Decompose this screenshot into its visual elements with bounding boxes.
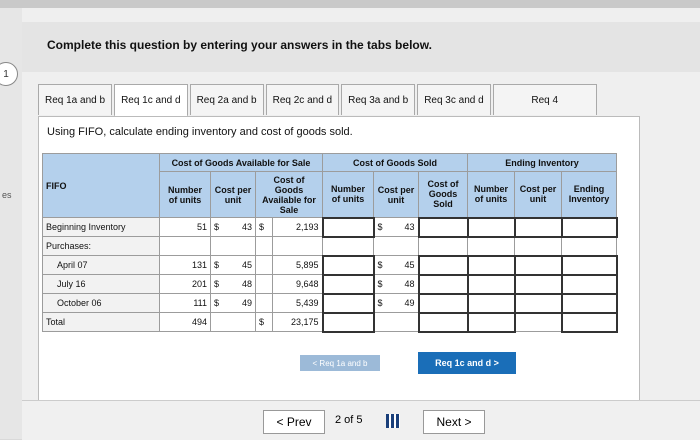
cost-sold-input[interactable] <box>417 254 469 276</box>
sold-units-input[interactable] <box>321 292 375 314</box>
table-row: Purchases: <box>42 236 617 256</box>
requirement-tabs: Req 1a and b Req 1c and d Req 2a and b R… <box>38 84 599 117</box>
table-row: October 06 111 $49 5,439 $49 <box>42 292 618 314</box>
col-cost-per-unit: Cost per unit <box>210 171 256 218</box>
currency-symbol: $ <box>377 222 383 232</box>
units-cell: 131 <box>159 255 211 275</box>
fifo-header: FIFO <box>42 153 160 218</box>
currency-symbol: $ <box>255 217 273 237</box>
subquestion-text: Using FIFO, calculate ending inventory a… <box>47 126 353 138</box>
table-row: July 16 201 $48 9,648 $48 <box>42 273 618 295</box>
currency-symbol: $ <box>377 298 383 308</box>
end-inventory-input[interactable] <box>560 311 618 333</box>
units-cell: 111 <box>159 293 211 313</box>
goods-sold-header: Cost of Goods Sold <box>322 153 468 172</box>
prev-button[interactable]: < Prev <box>263 410 325 434</box>
table-row: April 07 131 $45 5,895 $45 <box>42 254 618 276</box>
sold-cost-cell: 49 <box>404 298 415 308</box>
grid-icon[interactable] <box>386 414 400 428</box>
currency-symbol: $ <box>377 279 383 289</box>
cost-sold-input[interactable] <box>417 292 469 314</box>
avail-cell: 2,193 <box>272 217 323 237</box>
currency-symbol: $ <box>214 260 220 270</box>
fifo-table: FIFO Cost of Goods Available for Sale Co… <box>42 153 618 333</box>
end-cost-per-unit-input[interactable] <box>513 273 563 295</box>
avail-cell: 9,648 <box>272 274 323 294</box>
col-sold-units: Number of units <box>322 171 374 218</box>
row-label: Total <box>42 312 160 332</box>
end-units-input[interactable] <box>466 254 516 276</box>
end-cost-per-unit-input[interactable] <box>513 216 563 238</box>
currency-symbol: $ <box>214 298 220 308</box>
instruction-text: Complete this question by entering your … <box>47 38 432 52</box>
currency-symbol: $ <box>377 260 383 270</box>
avail-cell: 5,439 <box>272 293 323 313</box>
table-row: Beginning Inventory 51 $43 $ 2,193 $43 <box>42 216 618 238</box>
sold-units-input[interactable] <box>321 273 375 295</box>
currency-symbol: $ <box>255 312 273 332</box>
col-cost-available: Cost of Goods Available for Sale <box>255 171 323 218</box>
col-sold-cost-per-unit: Cost per unit <box>373 171 419 218</box>
sold-cost-cell: 45 <box>404 260 415 270</box>
currency-symbol: $ <box>214 279 220 289</box>
end-inventory-input[interactable] <box>560 273 618 295</box>
col-end-units: Number of units <box>467 171 515 218</box>
avail-cell: 23,175 <box>272 312 323 332</box>
currency-symbol: $ <box>214 222 220 232</box>
row-label: Beginning Inventory <box>42 217 160 237</box>
row-label: April 07 <box>42 255 160 275</box>
cost-sold-input[interactable] <box>417 216 469 238</box>
end-units-input[interactable] <box>466 216 516 238</box>
cost-sold-input[interactable] <box>417 273 469 295</box>
tab-req-2c-d[interactable]: Req 2c and d <box>265 84 340 115</box>
next-button[interactable]: Next > <box>423 410 485 434</box>
tab-req-3a-b[interactable]: Req 3a and b <box>341 84 416 115</box>
top-strip <box>0 0 700 8</box>
row-label: July 16 <box>42 274 160 294</box>
cost-cell: 48 <box>241 279 252 289</box>
page-indicator: 2 of 5 <box>335 414 363 426</box>
row-label: October 06 <box>42 293 160 313</box>
col-units: Number of units <box>159 171 211 218</box>
units-cell: 201 <box>159 274 211 294</box>
table-row: Total 494 $ 23,175 <box>42 311 618 333</box>
goods-available-header: Cost of Goods Available for Sale <box>159 153 323 172</box>
cost-cell: 49 <box>241 298 252 308</box>
prev-req-button[interactable]: < Req 1a and b <box>300 355 380 371</box>
end-units-input[interactable] <box>466 311 516 333</box>
tab-req-4[interactable]: Req 4 <box>492 84 597 115</box>
col-end-cost-per-unit: Cost per unit <box>514 171 562 218</box>
end-inventory-input[interactable] <box>560 292 618 314</box>
end-inventory-input[interactable] <box>560 216 618 238</box>
tab-req-3c-d[interactable]: Req 3c and d <box>417 84 491 115</box>
tab-req-1a-b[interactable]: Req 1a and b <box>38 84 113 115</box>
next-req-button[interactable]: Req 1c and d > <box>418 352 516 374</box>
sold-units-input[interactable] <box>321 311 375 333</box>
sold-units-input[interactable] <box>321 216 375 238</box>
end-units-input[interactable] <box>466 292 516 314</box>
units-cell: 51 <box>159 217 211 237</box>
col-end-inventory: Ending Inventory <box>561 171 617 218</box>
end-units-input[interactable] <box>466 273 516 295</box>
avail-cell: 5,895 <box>272 255 323 275</box>
tab-req-1c-d[interactable]: Req 1c and d <box>114 84 188 117</box>
end-cost-per-unit-input[interactable] <box>513 254 563 276</box>
sold-cost-cell: 43 <box>404 222 415 232</box>
col-cost-sold: Cost of Goods Sold <box>418 171 468 218</box>
units-cell: 494 <box>159 312 211 332</box>
cost-sold-input[interactable] <box>417 311 469 333</box>
side-label: es <box>2 190 12 200</box>
cost-cell: 43 <box>241 222 252 232</box>
tab-req-2a-b[interactable]: Req 2a and b <box>189 84 264 115</box>
sold-units-input[interactable] <box>321 254 375 276</box>
end-cost-per-unit-input[interactable] <box>513 292 563 314</box>
end-inventory-input[interactable] <box>560 254 618 276</box>
cost-cell: 45 <box>241 260 252 270</box>
ending-inventory-header: Ending Inventory <box>467 153 617 172</box>
row-label: Purchases: <box>42 236 160 256</box>
sold-cost-cell: 48 <box>404 279 415 289</box>
